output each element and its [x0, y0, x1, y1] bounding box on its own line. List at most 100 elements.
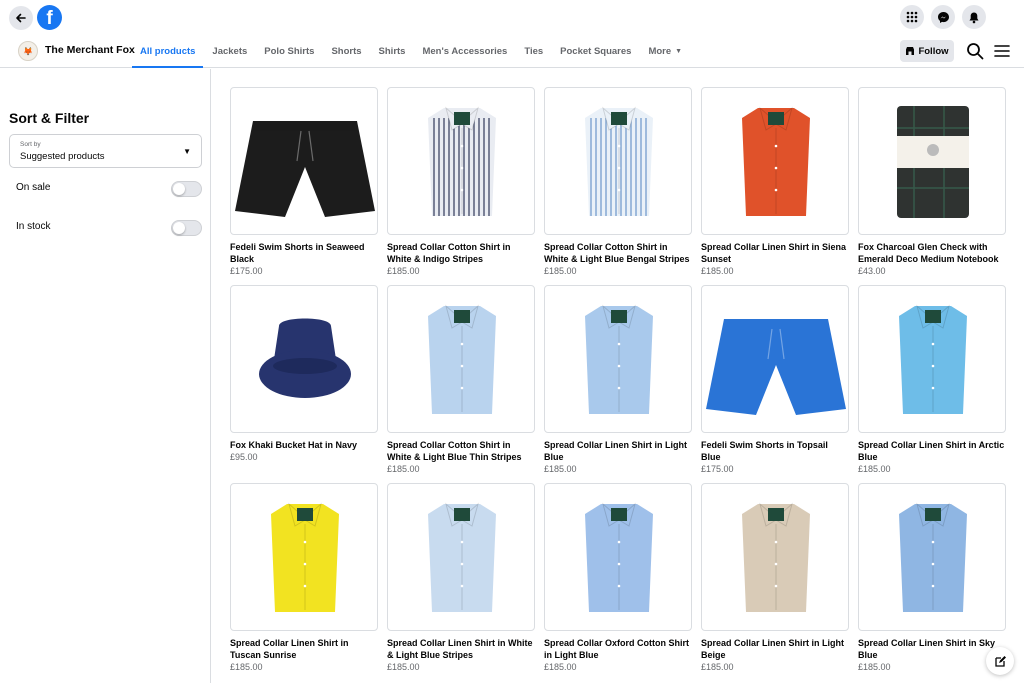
tab-label: Jackets	[212, 45, 248, 57]
tab-polo-shirts[interactable]: Polo Shirts	[256, 34, 322, 68]
back-arrow-icon	[16, 13, 26, 23]
product-card[interactable]: Fedeli Swim Shorts in Seaweed Black £175.…	[230, 87, 378, 277]
follow-label: Follow	[918, 45, 949, 57]
product-image[interactable]	[387, 285, 535, 433]
product-card[interactable]: Spread Collar Linen Shirt in Light Blue £…	[544, 285, 692, 475]
shop-logo[interactable]: 🦊	[18, 41, 38, 61]
product-image[interactable]	[387, 87, 535, 235]
search-icon[interactable]	[966, 42, 984, 60]
product-image[interactable]	[544, 483, 692, 631]
product-card[interactable]: Spread Collar Linen Shirt in Sky Blue £18…	[858, 483, 1006, 673]
shop-category-tabs: All products Jackets Polo Shirts Shorts …	[132, 34, 691, 68]
notifications-bell-icon	[969, 12, 979, 23]
product-image[interactable]	[230, 87, 378, 235]
product-price: £185.00	[387, 662, 420, 672]
product-title[interactable]: Spread Collar Linen Shirt in White & Lig…	[387, 637, 535, 661]
tab-label: Men's Accessories	[422, 45, 508, 57]
product-image[interactable]	[858, 285, 1006, 433]
tab-jackets[interactable]: Jackets	[204, 34, 255, 68]
product-title[interactable]: Spread Collar Linen Shirt in Tuscan Sunr…	[230, 637, 378, 661]
product-card[interactable]: Spread Collar Cotton Shirt in White & In…	[387, 87, 535, 277]
product-title[interactable]: Fedeli Swim Shorts in Seaweed Black	[230, 241, 378, 265]
sort-filter-sidebar: Sort & Filter Sort by Suggested products…	[0, 69, 211, 683]
product-title[interactable]: Fedeli Swim Shorts in Topsail Blue	[701, 439, 849, 463]
product-image[interactable]	[387, 483, 535, 631]
tab-label: Polo Shirts	[264, 45, 315, 57]
product-card[interactable]: Spread Collar Linen Shirt in Tuscan Sunr…	[230, 483, 378, 673]
sort-by-value: Suggested products	[20, 151, 105, 162]
filter-label: On sale	[16, 182, 51, 193]
product-image[interactable]	[544, 285, 692, 433]
product-price: £185.00	[701, 662, 734, 672]
product-title[interactable]: Spread Collar Linen Shirt in Siena Sunse…	[701, 241, 849, 265]
product-price: £185.00	[230, 662, 263, 672]
shop-name[interactable]: The Merchant Fox	[45, 44, 135, 56]
product-card[interactable]: Spread Collar Linen Shirt in White & Lig…	[387, 483, 535, 673]
product-title[interactable]: Spread Collar Linen Shirt in Arctic Blue	[858, 439, 1006, 463]
product-image[interactable]	[701, 285, 849, 433]
product-title[interactable]: Fox Khaki Bucket Hat in Navy	[230, 439, 378, 451]
notifications-button[interactable]	[962, 5, 986, 29]
tab-shorts[interactable]: Shorts	[323, 34, 369, 68]
product-price: £175.00	[701, 464, 734, 474]
product-card[interactable]: Fox Khaki Bucket Hat in Navy £95.00	[230, 285, 378, 475]
product-card[interactable]: Fedeli Swim Shorts in Topsail Blue £175.0…	[701, 285, 849, 475]
follow-button[interactable]: Follow	[900, 40, 954, 62]
product-title[interactable]: Spread Collar Linen Shirt in Light Beige	[701, 637, 849, 661]
compose-button[interactable]	[986, 647, 1014, 675]
product-price: £185.00	[858, 464, 891, 474]
product-image[interactable]	[544, 87, 692, 235]
product-price: £185.00	[544, 464, 577, 474]
product-image[interactable]	[701, 87, 849, 235]
tab-pocket-squares[interactable]: Pocket Squares	[552, 34, 639, 68]
tab-ties[interactable]: Ties	[516, 34, 551, 68]
messenger-button[interactable]	[931, 5, 955, 29]
product-price: £185.00	[858, 662, 891, 672]
product-card[interactable]: Spread Collar Linen Shirt in Arctic Blue…	[858, 285, 1006, 475]
product-image[interactable]	[858, 87, 1006, 235]
filter-on-sale: On sale	[16, 179, 202, 199]
tab-all-products[interactable]: All products	[132, 34, 204, 68]
product-title[interactable]: Spread Collar Oxford Cotton Shirt in Lig…	[544, 637, 692, 661]
on-sale-toggle[interactable]	[171, 181, 202, 197]
product-title[interactable]: Fox Charcoal Glen Check with Emerald Dec…	[858, 241, 1006, 265]
chevron-down-icon: ▼	[675, 47, 683, 55]
tab-shirts[interactable]: Shirts	[371, 34, 414, 68]
product-price: £185.00	[701, 266, 734, 276]
sort-by-select[interactable]: Sort by Suggested products ▼	[9, 134, 202, 168]
product-price: £185.00	[544, 662, 577, 672]
product-title[interactable]: Spread Collar Linen Shirt in Light Blue	[544, 439, 692, 463]
product-price: £175.00	[230, 266, 263, 276]
product-card[interactable]: Fox Charcoal Glen Check with Emerald Dec…	[858, 87, 1006, 277]
product-card[interactable]: Spread Collar Cotton Shirt in White & Li…	[387, 285, 535, 475]
product-title[interactable]: Spread Collar Cotton Shirt in White & In…	[387, 241, 535, 265]
product-price: £185.00	[387, 266, 420, 276]
product-title[interactable]: Spread Collar Linen Shirt in Sky Blue	[858, 637, 1006, 661]
toggle-knob	[173, 183, 185, 195]
chevron-down-icon: ▼	[183, 147, 191, 156]
product-card[interactable]: Spread Collar Linen Shirt in Siena Sunse…	[701, 87, 849, 277]
product-image[interactable]	[230, 285, 378, 433]
tab-label: More	[648, 45, 672, 57]
product-card[interactable]: Spread Collar Oxford Cotton Shirt in Lig…	[544, 483, 692, 673]
sort-by-label: Sort by	[20, 141, 41, 148]
tab-more[interactable]: More ▼	[640, 34, 690, 68]
product-image[interactable]	[230, 483, 378, 631]
product-card[interactable]: Spread Collar Cotton Shirt in White & Li…	[544, 87, 692, 277]
tab-label: Shorts	[331, 45, 362, 57]
facebook-logo-icon[interactable]: f	[37, 5, 62, 30]
menu-icon[interactable]	[994, 43, 1010, 59]
back-button[interactable]	[9, 6, 33, 30]
tab-label: Ties	[524, 45, 544, 57]
compose-icon	[994, 655, 1006, 667]
product-image[interactable]	[858, 483, 1006, 631]
filter-label: In stock	[16, 221, 51, 232]
product-price: £185.00	[387, 464, 420, 474]
tab-mens-accessories[interactable]: Men's Accessories	[414, 34, 515, 68]
in-stock-toggle[interactable]	[171, 220, 202, 236]
product-title[interactable]: Spread Collar Cotton Shirt in White & Li…	[544, 241, 692, 265]
product-image[interactable]	[701, 483, 849, 631]
product-card[interactable]: Spread Collar Linen Shirt in Light Beige…	[701, 483, 849, 673]
apps-grid-button[interactable]	[900, 5, 924, 29]
product-title[interactable]: Spread Collar Cotton Shirt in White & Li…	[387, 439, 535, 463]
